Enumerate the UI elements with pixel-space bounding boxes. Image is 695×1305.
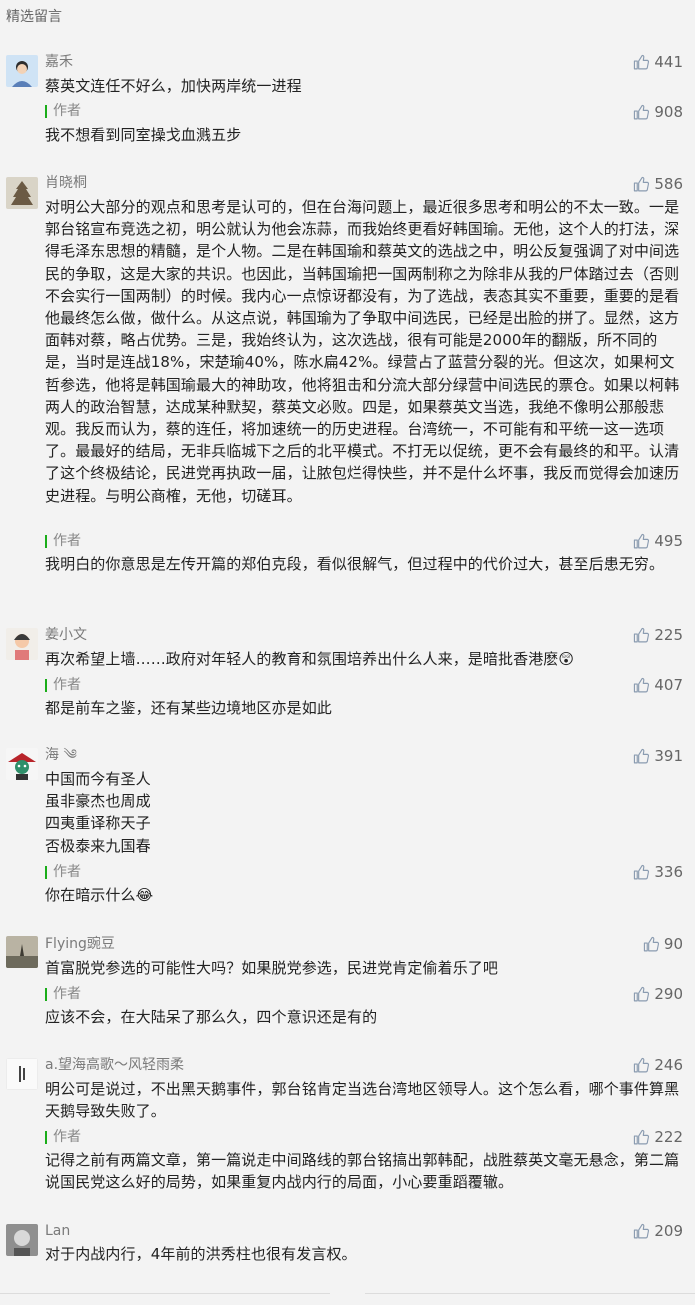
like-count: 441 (654, 53, 683, 71)
like-button[interactable]: 209 (633, 1222, 683, 1240)
thumbs-up-icon (634, 627, 650, 642)
avatar[interactable] (6, 628, 38, 660)
like-count: 246 (654, 1056, 683, 1074)
commenter-name[interactable]: 肖晓桐 (45, 175, 87, 191)
author-accent-bar (45, 104, 47, 118)
avatar[interactable] (6, 1224, 38, 1256)
avatar[interactable] (6, 177, 38, 209)
like-count: 225 (654, 626, 683, 644)
author-accent-bar (45, 534, 47, 548)
commenter-name[interactable]: 嘉禾 (45, 54, 73, 70)
author-accent-bar (45, 678, 47, 692)
commenter-name[interactable]: 姜小文 (45, 627, 87, 643)
like-count: 908 (654, 103, 683, 121)
like-button[interactable]: 586 (633, 175, 683, 193)
reply-like-button[interactable]: 290 (633, 985, 683, 1003)
like-count: 290 (654, 985, 683, 1003)
reply-like-button[interactable]: 495 (633, 532, 683, 550)
commenter-name[interactable]: Flying豌豆 (45, 936, 115, 952)
avatar-image-icon (6, 1058, 38, 1090)
avatar[interactable] (6, 936, 38, 968)
avatar-image-icon (6, 1224, 38, 1256)
reply-like-button[interactable]: 908 (633, 103, 683, 121)
section-title: 精选留言 (6, 9, 62, 25)
thumbs-up-icon (634, 677, 650, 692)
thumbs-up-icon (634, 533, 650, 548)
author-reply-label: 作者 (45, 986, 81, 1002)
author-reply-text: 应该不会，在大陆呆了那么久，四个意识还是有的 (45, 1008, 378, 1026)
author-reply-text: 我不想看到同室操戈血溅五步 (45, 126, 242, 144)
comment-text: 对于内战内行，4年前的洪秀柱也很有发言权。 (45, 1245, 357, 1263)
author-reply-text: 我明白的你意思是左传开篇的郑伯克段，看似很解气，但过程中的代价过大，甚至后患无穷… (45, 555, 665, 573)
like-count: 495 (654, 532, 683, 550)
author-reply-text: 你在暗示什么😂 (45, 886, 154, 904)
author-reply-label: 作者 (45, 533, 81, 549)
author-reply-label: 作者 (45, 103, 81, 119)
commenter-name[interactable]: Lan (45, 1223, 70, 1239)
comment-text: 对明公大部分的观点和思考是认可的，但在台海问题上，最近很多思考和明公的不太一致。… (45, 198, 680, 505)
author-reply-text: 都是前车之鉴，还有某些边境地区亦是如此 (45, 699, 332, 717)
like-button[interactable]: 391 (633, 747, 683, 765)
like-button[interactable]: 441 (633, 53, 683, 71)
like-count: 222 (654, 1128, 683, 1146)
thumbs-up-icon (634, 1223, 650, 1238)
like-count: 407 (654, 676, 683, 694)
avatar-image-icon (6, 55, 38, 87)
like-button[interactable]: 225 (633, 626, 683, 644)
like-count: 90 (663, 935, 683, 953)
author-accent-bar (45, 1130, 47, 1144)
thumbs-up-icon (634, 1057, 650, 1072)
thumbs-up-icon (634, 864, 650, 879)
like-count: 209 (654, 1222, 683, 1240)
comment-text: 再次希望上墙……政府对年轻人的教育和氛围培养出什么人来，是暗批香港麽😲 (45, 650, 575, 668)
avatar-image-icon (6, 177, 38, 209)
avatar-image-icon (6, 936, 38, 968)
comment-text: 明公可是说过，不出黑天鹅事件，郭台铭肯定当选台湾地区领导人。这个怎么看，哪个事件… (45, 1080, 680, 1121)
like-button[interactable]: 246 (633, 1056, 683, 1074)
author-accent-bar (45, 865, 47, 879)
commenter-name[interactable]: 海 ༄ (45, 747, 77, 763)
comment-text: 蔡英文连任不好么，加快两岸统一进程 (45, 77, 302, 95)
thumbs-up-icon (634, 104, 650, 119)
commenter-name[interactable]: a.望海高歌～风轻雨柔 (45, 1057, 184, 1073)
thumbs-up-icon (634, 176, 650, 191)
thumbs-up-icon (634, 54, 650, 69)
author-reply-label: 作者 (45, 1129, 81, 1145)
like-count: 391 (654, 747, 683, 765)
like-count: 586 (654, 175, 683, 193)
reply-like-button[interactable]: 336 (633, 863, 683, 881)
end-divider (0, 1293, 695, 1295)
comment-text: 首富脱党参选的可能性大吗？如果脱党参选，民进党肯定偷着乐了吧 (45, 959, 499, 977)
thumbs-up-icon (634, 748, 650, 763)
avatar[interactable] (6, 748, 38, 780)
avatar[interactable] (6, 1058, 38, 1090)
avatar-image-icon (6, 628, 38, 660)
author-accent-bar (45, 987, 47, 1001)
thumbs-up-icon (634, 986, 650, 1001)
author-reply-text: 记得之前有两篇文章，第一篇说走中间路线的郭台铭搞出郭韩配，战胜蔡英文毫无悬念，第… (45, 1151, 680, 1192)
author-reply-label: 作者 (45, 864, 81, 880)
reply-like-button[interactable]: 222 (633, 1128, 683, 1146)
author-reply-label: 作者 (45, 677, 81, 693)
comment-text: 中国而今有圣人 虽非豪杰也周成 四夷重译称天子 否极泰来九国春 (45, 770, 151, 855)
thumbs-up-icon (634, 1129, 650, 1144)
avatar-image-icon (6, 748, 38, 780)
avatar[interactable] (6, 55, 38, 87)
like-button[interactable]: 90 (643, 935, 683, 953)
thumbs-up-icon (643, 936, 659, 951)
reply-like-button[interactable]: 407 (633, 676, 683, 694)
like-count: 336 (654, 863, 683, 881)
